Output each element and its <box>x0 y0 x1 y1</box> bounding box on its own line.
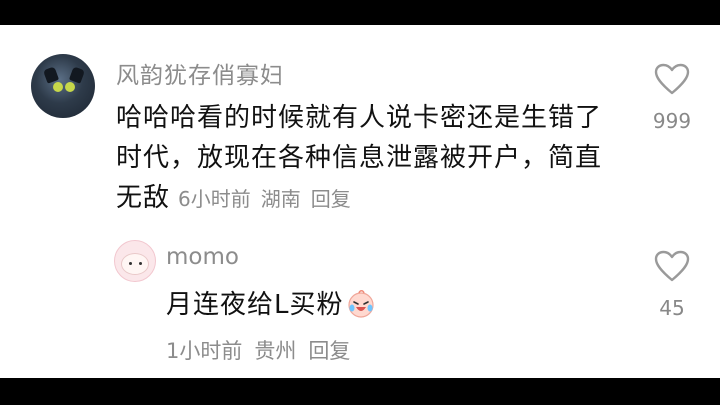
reply-avatar[interactable] <box>114 240 156 282</box>
reply-body: 月连夜给L买粉 <box>166 284 376 321</box>
reply-time: 1小时前 <box>166 339 243 363</box>
heart-icon[interactable] <box>654 63 690 95</box>
reply-like-count: 45 <box>659 296 685 320</box>
avatar-face <box>121 253 149 275</box>
comment-like-count: 999 <box>652 109 692 133</box>
comment-body: 哈哈哈看的时候就有人说卡密还是生错了时代，放现在各种信息泄露被开户，简直无敌 6小… <box>116 98 626 219</box>
comment-meta: 6小时前 湖南 回复 <box>178 187 361 211</box>
avatar-eye-left <box>129 262 132 265</box>
comment-time: 6小时前 <box>178 187 251 211</box>
letterbox-bottom <box>0 378 720 405</box>
avatar-ear-right <box>68 66 86 84</box>
heart-icon[interactable] <box>654 250 690 282</box>
reply-meta: 1小时前 贵州 回复 <box>166 335 362 365</box>
avatar-eye-right <box>139 262 142 265</box>
comment-like[interactable]: 999 <box>642 63 702 133</box>
comment-reply-button[interactable]: 回复 <box>311 187 351 211</box>
laughing-crying-face-icon <box>347 290 374 318</box>
reply-reply-button[interactable]: 回复 <box>308 339 350 363</box>
reply-like[interactable]: 45 <box>642 250 702 320</box>
comment-username[interactable]: 风韵犹存俏寡妇 <box>116 56 284 90</box>
avatar-eye-right <box>65 82 75 92</box>
reply-location: 贵州 <box>254 339 297 363</box>
letterbox-top <box>0 0 720 25</box>
reply-username[interactable]: momo <box>166 244 239 270</box>
avatar[interactable] <box>31 54 95 118</box>
avatar-eye-left <box>53 82 63 92</box>
comment-location: 湖南 <box>260 187 301 211</box>
comment-section: 风韵犹存俏寡妇 哈哈哈看的时候就有人说卡密还是生错了时代，放现在各种信息泄露被开… <box>0 25 720 378</box>
reply-text: 月连夜给L买粉 <box>166 290 344 320</box>
